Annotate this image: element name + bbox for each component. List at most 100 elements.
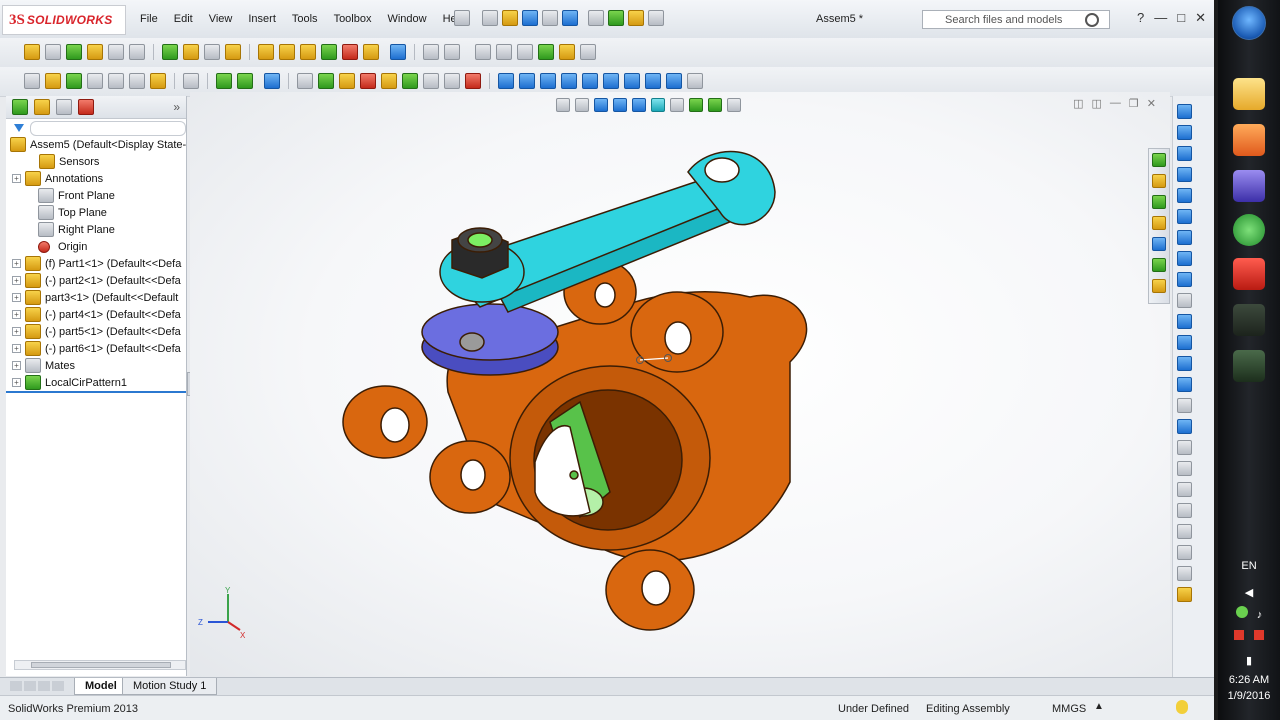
tree-item-part1[interactable]: + (f) Part1<1> (Default<<Defa — [6, 255, 186, 272]
reference-geometry-icon[interactable] — [183, 44, 199, 60]
filter-input[interactable] — [30, 120, 186, 136]
filter-icon[interactable] — [14, 124, 24, 132]
open-part-icon[interactable] — [150, 73, 166, 89]
linear-pattern-icon[interactable] — [66, 44, 82, 60]
temporary-axes-icon[interactable] — [444, 73, 460, 89]
network-status-icon[interactable] — [1235, 606, 1248, 618]
tray-language[interactable]: EN — [1218, 560, 1280, 572]
curve-icon[interactable] — [237, 73, 253, 89]
text-icon[interactable] — [1177, 377, 1192, 392]
start-button[interactable] — [1232, 6, 1266, 40]
search-icon[interactable] — [1085, 12, 1099, 27]
property-manager-tab-icon[interactable] — [34, 99, 50, 115]
tree-item-top-plane[interactable]: Top Plane — [6, 204, 186, 221]
section-view-icon[interactable] — [496, 44, 512, 60]
smart-dimension-icon[interactable] — [444, 44, 460, 60]
tree-item-part3[interactable]: + part3<1> (Default<<Default — [6, 289, 186, 306]
menu-window[interactable]: Window — [379, 13, 434, 25]
circle-icon[interactable] — [1177, 209, 1192, 224]
tree-item-annotations[interactable]: + Annotations — [6, 170, 186, 187]
graphics-viewport[interactable]: ◫ ◫ — ❐ ✕ Y Z X — [190, 92, 1170, 678]
trimetric-view-icon[interactable] — [645, 73, 661, 89]
file-explorer-taskbar-icon[interactable] — [1233, 78, 1265, 110]
isometric-view-icon[interactable] — [624, 73, 640, 89]
ambient-occlusion-icon[interactable] — [381, 73, 397, 89]
instant3d-toggle-icon[interactable] — [264, 73, 280, 89]
planes-icon[interactable] — [465, 73, 481, 89]
feature-tree-tab-icon[interactable] — [12, 99, 28, 115]
home-icon[interactable] — [1152, 174, 1166, 188]
expand-icon[interactable]: + — [12, 327, 21, 336]
component-properties-icon[interactable] — [45, 73, 61, 89]
units-up-icon[interactable]: ▲ — [1094, 701, 1104, 712]
first-tab-icon[interactable] — [10, 681, 22, 691]
tree-horizontal-scrollbar[interactable] — [14, 660, 186, 670]
perspective-icon[interactable] — [402, 73, 418, 89]
right-view-icon[interactable] — [561, 73, 577, 89]
sketch-tool-icon[interactable] — [423, 44, 439, 60]
status-units[interactable]: MMGS — [1052, 703, 1086, 715]
camtasia-taskbar-icon[interactable] — [1233, 214, 1265, 246]
shaded-icon[interactable] — [339, 73, 355, 89]
menu-tools[interactable]: Tools — [284, 13, 326, 25]
normal-to-icon[interactable] — [687, 73, 703, 89]
quick-snaps-icon[interactable] — [1177, 566, 1192, 581]
menu-file[interactable]: File — [132, 13, 166, 25]
search-bar[interactable]: Search files and models — [922, 10, 1110, 29]
restore-icon[interactable]: □ — [1177, 10, 1185, 26]
search-input[interactable]: Search files and models — [945, 14, 1085, 26]
expand-icon[interactable]: + — [12, 378, 21, 387]
point-icon[interactable] — [1177, 335, 1192, 350]
help-icon[interactable]: ? — [1137, 10, 1144, 26]
select-arrow-icon[interactable] — [588, 10, 604, 26]
rapid-sketch-icon[interactable] — [1177, 587, 1192, 602]
solidworks-taskbar-icon[interactable] — [1233, 258, 1265, 290]
tree-item-right-plane[interactable]: Right Plane — [6, 221, 186, 238]
view-palette-icon[interactable] — [1152, 237, 1166, 251]
tree-item-part5[interactable]: + (-) part5<1> (Default<<Defa — [6, 323, 186, 340]
sketch-spline-icon[interactable] — [216, 73, 232, 89]
undo-icon[interactable] — [562, 10, 578, 26]
hidden-lines-icon[interactable] — [297, 73, 313, 89]
new-motion-study-icon[interactable] — [204, 44, 220, 60]
arc-icon[interactable] — [1177, 230, 1192, 245]
line-icon[interactable] — [1177, 146, 1192, 161]
tree-item-localcirpattern1[interactable]: + LocalCirPattern1 — [6, 374, 186, 393]
appearances-icon[interactable] — [1152, 258, 1166, 272]
sketch-icon[interactable] — [1177, 104, 1192, 119]
mate-icon[interactable] — [45, 44, 61, 60]
design-library-icon[interactable] — [1152, 195, 1166, 209]
polygon-icon[interactable] — [1177, 314, 1192, 329]
tree-root[interactable]: Assem5 (Default<Display State- — [6, 136, 186, 153]
custom-properties-icon[interactable] — [1152, 279, 1166, 293]
measure-icon[interactable] — [517, 44, 533, 60]
smart-fasteners-icon[interactable] — [87, 44, 103, 60]
open-folder-icon[interactable] — [502, 10, 518, 26]
bottom-view-icon[interactable] — [603, 73, 619, 89]
assembly-model[interactable] — [190, 92, 1170, 678]
interference-detection-icon[interactable] — [300, 44, 316, 60]
recorder-taskbar-icon[interactable] — [1233, 350, 1265, 382]
mass-properties-icon[interactable] — [538, 44, 554, 60]
back-view-icon[interactable] — [519, 73, 535, 89]
exploded-view-icon[interactable] — [258, 44, 274, 60]
tree-item-part2[interactable]: + (-) part2<1> (Default<<Defa — [6, 272, 186, 289]
assembly-features-icon[interactable] — [162, 44, 178, 60]
tree-item-front-plane[interactable]: Front Plane — [6, 187, 186, 204]
volume-icon[interactable]: ♪ — [1257, 609, 1263, 621]
tab-motion-study[interactable]: Motion Study 1 — [122, 678, 218, 695]
configuration-manager-tab-icon[interactable] — [56, 99, 72, 115]
next-tab-icon[interactable] — [38, 681, 50, 691]
display-icon[interactable] — [475, 44, 491, 60]
media-player-taskbar-icon[interactable] — [1233, 124, 1265, 156]
bill-of-materials-icon[interactable] — [225, 44, 241, 60]
top-view-icon[interactable] — [582, 73, 598, 89]
clearance-verification-icon[interactable] — [321, 44, 337, 60]
options-icon[interactable] — [648, 10, 664, 26]
resolve-icon[interactable] — [129, 73, 145, 89]
hole-alignment-icon[interactable] — [342, 44, 358, 60]
expand-icon[interactable]: + — [12, 174, 21, 183]
front-view-icon[interactable] — [498, 73, 514, 89]
display-manager-tab-icon[interactable] — [78, 99, 94, 115]
tab-model[interactable]: Model — [74, 678, 128, 695]
